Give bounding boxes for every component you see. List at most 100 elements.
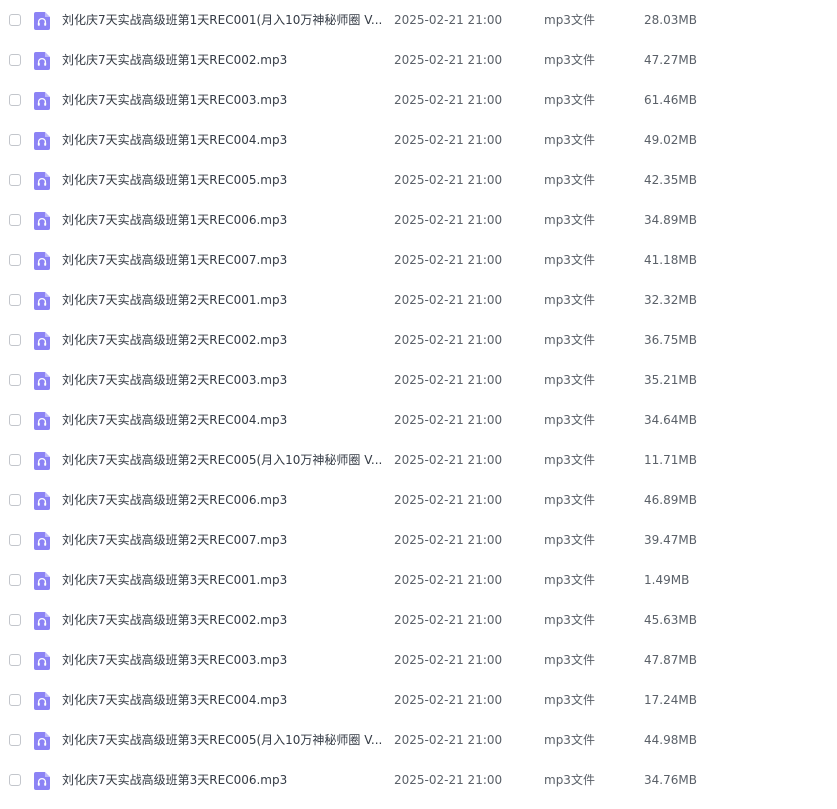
file-size: 46.89MB: [644, 493, 697, 507]
row-checkbox[interactable]: [9, 214, 21, 226]
file-modified-date: 2025-02-21 21:00: [394, 533, 503, 547]
row-checkbox[interactable]: [9, 134, 21, 146]
row-checkbox[interactable]: [9, 414, 21, 426]
file-modified-date: 2025-02-21 21:00: [394, 53, 503, 67]
file-row[interactable]: 刘化庆7天实战高级班第2天REC006.mp3 2025-02-21 21:00 m…: [0, 480, 837, 520]
file-row[interactable]: 刘化庆7天实战高级班第2天REC003.mp3 2025-02-21 21:00 m…: [0, 360, 837, 400]
file-type: mp3文件: [544, 53, 595, 67]
row-checkbox[interactable]: [9, 54, 21, 66]
audio-file-icon: [34, 172, 50, 190]
file-row[interactable]: 刘化庆7天实战高级班第1天REC002.mp3 2025-02-21 21:00 m…: [0, 40, 837, 80]
file-row[interactable]: 刘化庆7天实战高级班第3天REC005(月入10万神秘师圈 V... 2025-0…: [0, 720, 837, 760]
file-type: mp3文件: [544, 133, 595, 147]
file-modified-date: 2025-02-21 21:00: [394, 613, 503, 627]
file-type: mp3文件: [544, 253, 595, 267]
file-type: mp3文件: [544, 293, 595, 307]
audio-file-icon: [34, 532, 50, 550]
file-name[interactable]: 刘化庆7天实战高级班第2天REC006.mp3: [62, 493, 384, 507]
audio-file-icon: [34, 292, 50, 310]
row-checkbox[interactable]: [9, 14, 21, 26]
audio-file-icon: [34, 652, 50, 670]
file-name[interactable]: 刘化庆7天实战高级班第2天REC002.mp3: [62, 333, 384, 347]
row-checkbox[interactable]: [9, 494, 21, 506]
audio-file-icon: [34, 372, 50, 390]
file-name[interactable]: 刘化庆7天实战高级班第1天REC002.mp3: [62, 53, 384, 67]
row-checkbox[interactable]: [9, 254, 21, 266]
audio-file-icon: [34, 692, 50, 710]
file-row[interactable]: 刘化庆7天实战高级班第3天REC004.mp3 2025-02-21 21:00 m…: [0, 680, 837, 720]
row-checkbox[interactable]: [9, 694, 21, 706]
file-row[interactable]: 刘化庆7天实战高级班第2天REC005(月入10万神秘师圈 V... 2025-0…: [0, 440, 837, 480]
file-name[interactable]: 刘化庆7天实战高级班第3天REC006.mp3: [62, 773, 384, 787]
file-type: mp3文件: [544, 93, 595, 107]
file-size: 32.32MB: [644, 293, 697, 307]
row-checkbox[interactable]: [9, 574, 21, 586]
file-row[interactable]: 刘化庆7天实战高级班第2天REC002.mp3 2025-02-21 21:00 m…: [0, 320, 837, 360]
row-checkbox[interactable]: [9, 294, 21, 306]
row-checkbox[interactable]: [9, 94, 21, 106]
row-checkbox[interactable]: [9, 734, 21, 746]
file-type: mp3文件: [544, 693, 595, 707]
file-modified-date: 2025-02-21 21:00: [394, 453, 503, 467]
file-row[interactable]: 刘化庆7天实战高级班第1天REC006.mp3 2025-02-21 21:00 m…: [0, 200, 837, 240]
file-name[interactable]: 刘化庆7天实战高级班第3天REC003.mp3: [62, 653, 384, 667]
file-row[interactable]: 刘化庆7天实战高级班第1天REC004.mp3 2025-02-21 21:00 m…: [0, 120, 837, 160]
file-name[interactable]: 刘化庆7天实战高级班第1天REC007.mp3: [62, 253, 384, 267]
row-checkbox[interactable]: [9, 774, 21, 786]
file-type: mp3文件: [544, 773, 595, 787]
file-type: mp3文件: [544, 653, 595, 667]
row-checkbox[interactable]: [9, 454, 21, 466]
file-row[interactable]: 刘化庆7天实战高级班第2天REC001.mp3 2025-02-21 21:00 m…: [0, 280, 837, 320]
file-type: mp3文件: [544, 733, 595, 747]
audio-file-icon: [34, 252, 50, 270]
file-type: mp3文件: [544, 453, 595, 467]
file-row[interactable]: 刘化庆7天实战高级班第1天REC003.mp3 2025-02-21 21:00 m…: [0, 80, 837, 120]
row-checkbox[interactable]: [9, 334, 21, 346]
file-size: 61.46MB: [644, 93, 697, 107]
audio-file-icon: [34, 492, 50, 510]
file-name[interactable]: 刘化庆7天实战高级班第2天REC003.mp3: [62, 373, 384, 387]
row-checkbox[interactable]: [9, 534, 21, 546]
row-checkbox[interactable]: [9, 614, 21, 626]
row-checkbox[interactable]: [9, 654, 21, 666]
row-checkbox[interactable]: [9, 174, 21, 186]
file-row[interactable]: 刘化庆7天实战高级班第1天REC007.mp3 2025-02-21 21:00 m…: [0, 240, 837, 280]
file-type: mp3文件: [544, 373, 595, 387]
audio-file-icon: [34, 772, 50, 790]
file-size: 35.21MB: [644, 373, 697, 387]
file-size: 45.63MB: [644, 613, 697, 627]
file-name[interactable]: 刘化庆7天实战高级班第1天REC001(月入10万神秘师圈 V...: [62, 13, 384, 27]
file-name[interactable]: 刘化庆7天实战高级班第3天REC002.mp3: [62, 613, 384, 627]
file-name[interactable]: 刘化庆7天实战高级班第1天REC003.mp3: [62, 93, 384, 107]
audio-file-icon: [34, 332, 50, 350]
file-name[interactable]: 刘化庆7天实战高级班第1天REC006.mp3: [62, 213, 384, 227]
file-row[interactable]: 刘化庆7天实战高级班第3天REC001.mp3 2025-02-21 21:00 m…: [0, 560, 837, 600]
file-size: 47.27MB: [644, 53, 697, 67]
file-row[interactable]: 刘化庆7天实战高级班第2天REC004.mp3 2025-02-21 21:00 m…: [0, 400, 837, 440]
file-name[interactable]: 刘化庆7天实战高级班第2天REC004.mp3: [62, 413, 384, 427]
file-size: 49.02MB: [644, 133, 697, 147]
file-name[interactable]: 刘化庆7天实战高级班第2天REC001.mp3: [62, 293, 384, 307]
audio-file-icon: [34, 52, 50, 70]
file-name[interactable]: 刘化庆7天实战高级班第2天REC005(月入10万神秘师圈 V...: [62, 453, 384, 467]
file-row[interactable]: 刘化庆7天实战高级班第3天REC006.mp3 2025-02-21 21:00 m…: [0, 760, 837, 800]
file-row[interactable]: 刘化庆7天实战高级班第3天REC002.mp3 2025-02-21 21:00 m…: [0, 600, 837, 640]
file-row[interactable]: 刘化庆7天实战高级班第3天REC003.mp3 2025-02-21 21:00 m…: [0, 640, 837, 680]
file-size: 42.35MB: [644, 173, 697, 187]
file-modified-date: 2025-02-21 21:00: [394, 733, 503, 747]
file-modified-date: 2025-02-21 21:00: [394, 693, 503, 707]
file-size: 17.24MB: [644, 693, 697, 707]
file-row[interactable]: 刘化庆7天实战高级班第1天REC001(月入10万神秘师圈 V... 2025-0…: [0, 0, 837, 40]
file-name[interactable]: 刘化庆7天实战高级班第1天REC005.mp3: [62, 173, 384, 187]
file-name[interactable]: 刘化庆7天实战高级班第2天REC007.mp3: [62, 533, 384, 547]
file-name[interactable]: 刘化庆7天实战高级班第3天REC001.mp3: [62, 573, 384, 587]
file-name[interactable]: 刘化庆7天实战高级班第3天REC004.mp3: [62, 693, 384, 707]
file-name[interactable]: 刘化庆7天实战高级班第3天REC005(月入10万神秘师圈 V...: [62, 733, 384, 747]
file-row[interactable]: 刘化庆7天实战高级班第2天REC007.mp3 2025-02-21 21:00 m…: [0, 520, 837, 560]
file-modified-date: 2025-02-21 21:00: [394, 13, 503, 27]
row-checkbox[interactable]: [9, 374, 21, 386]
file-row[interactable]: 刘化庆7天实战高级班第1天REC005.mp3 2025-02-21 21:00 m…: [0, 160, 837, 200]
file-type: mp3文件: [544, 613, 595, 627]
file-modified-date: 2025-02-21 21:00: [394, 93, 503, 107]
file-name[interactable]: 刘化庆7天实战高级班第1天REC004.mp3: [62, 133, 384, 147]
